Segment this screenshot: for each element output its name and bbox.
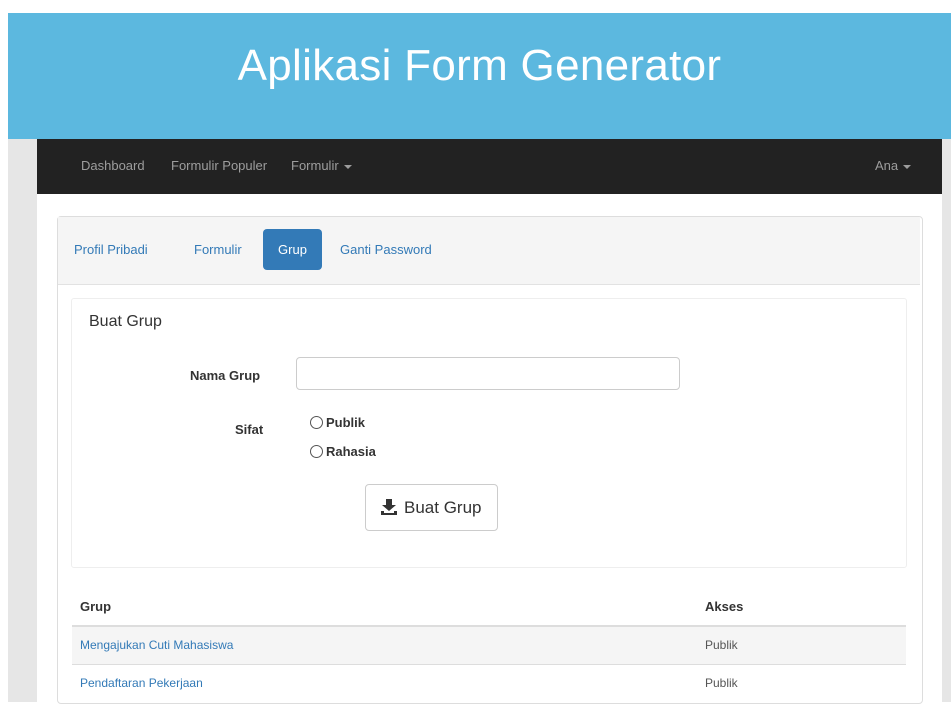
user-name: Ana (875, 158, 899, 173)
app-title: Aplikasi Form Generator (237, 41, 722, 90)
column-header-akses: Akses (705, 599, 744, 614)
nav-formulir-dropdown[interactable]: Formulir (291, 158, 352, 173)
tab-formulir[interactable]: Formulir (194, 229, 242, 270)
tab-grup[interactable]: Grup (263, 229, 322, 270)
table-row: Pendaftaran Pekerjaan Publik (72, 665, 906, 702)
chevron-down-icon (343, 164, 352, 169)
chevron-down-icon (903, 164, 912, 169)
group-link[interactable]: Mengajukan Cuti Mahasiswa (80, 638, 233, 652)
tab-ganti-password[interactable]: Ganti Password (340, 229, 432, 270)
radio-publik-label[interactable]: Publik (326, 415, 365, 430)
group-name-label: Nama Grup (190, 368, 261, 383)
form-title: Buat Grup (89, 313, 162, 330)
radio-publik[interactable] (310, 416, 323, 429)
group-link[interactable]: Pendaftaran Pekerjaan (80, 676, 203, 690)
app-banner: Aplikasi Form Generator (8, 13, 951, 139)
radio-rahasia[interactable] (310, 445, 323, 458)
nav-dashboard[interactable]: Dashboard (81, 158, 145, 173)
nav-formulir-label: Formulir (291, 158, 339, 173)
radio-rahasia-label[interactable]: Rahasia (326, 444, 376, 459)
group-access: Publik (705, 638, 738, 652)
group-name-input[interactable] (296, 357, 680, 390)
panel-tabs-bar (58, 217, 920, 285)
group-access: Publik (705, 676, 738, 690)
group-type-label: Sifat (235, 422, 264, 437)
nav-formulir-populer[interactable]: Formulir Populer (171, 158, 267, 173)
table-row: Mengajukan Cuti Mahasiswa Publik (72, 627, 906, 664)
download-icon (381, 499, 397, 515)
column-header-grup: Grup (80, 599, 112, 614)
user-menu[interactable]: Ana (875, 158, 912, 173)
create-group-button-label: Buat Grup (404, 498, 482, 517)
create-group-button[interactable]: Buat Grup (365, 484, 498, 531)
tab-profil-pribadi[interactable]: Profil Pribadi (74, 229, 148, 270)
